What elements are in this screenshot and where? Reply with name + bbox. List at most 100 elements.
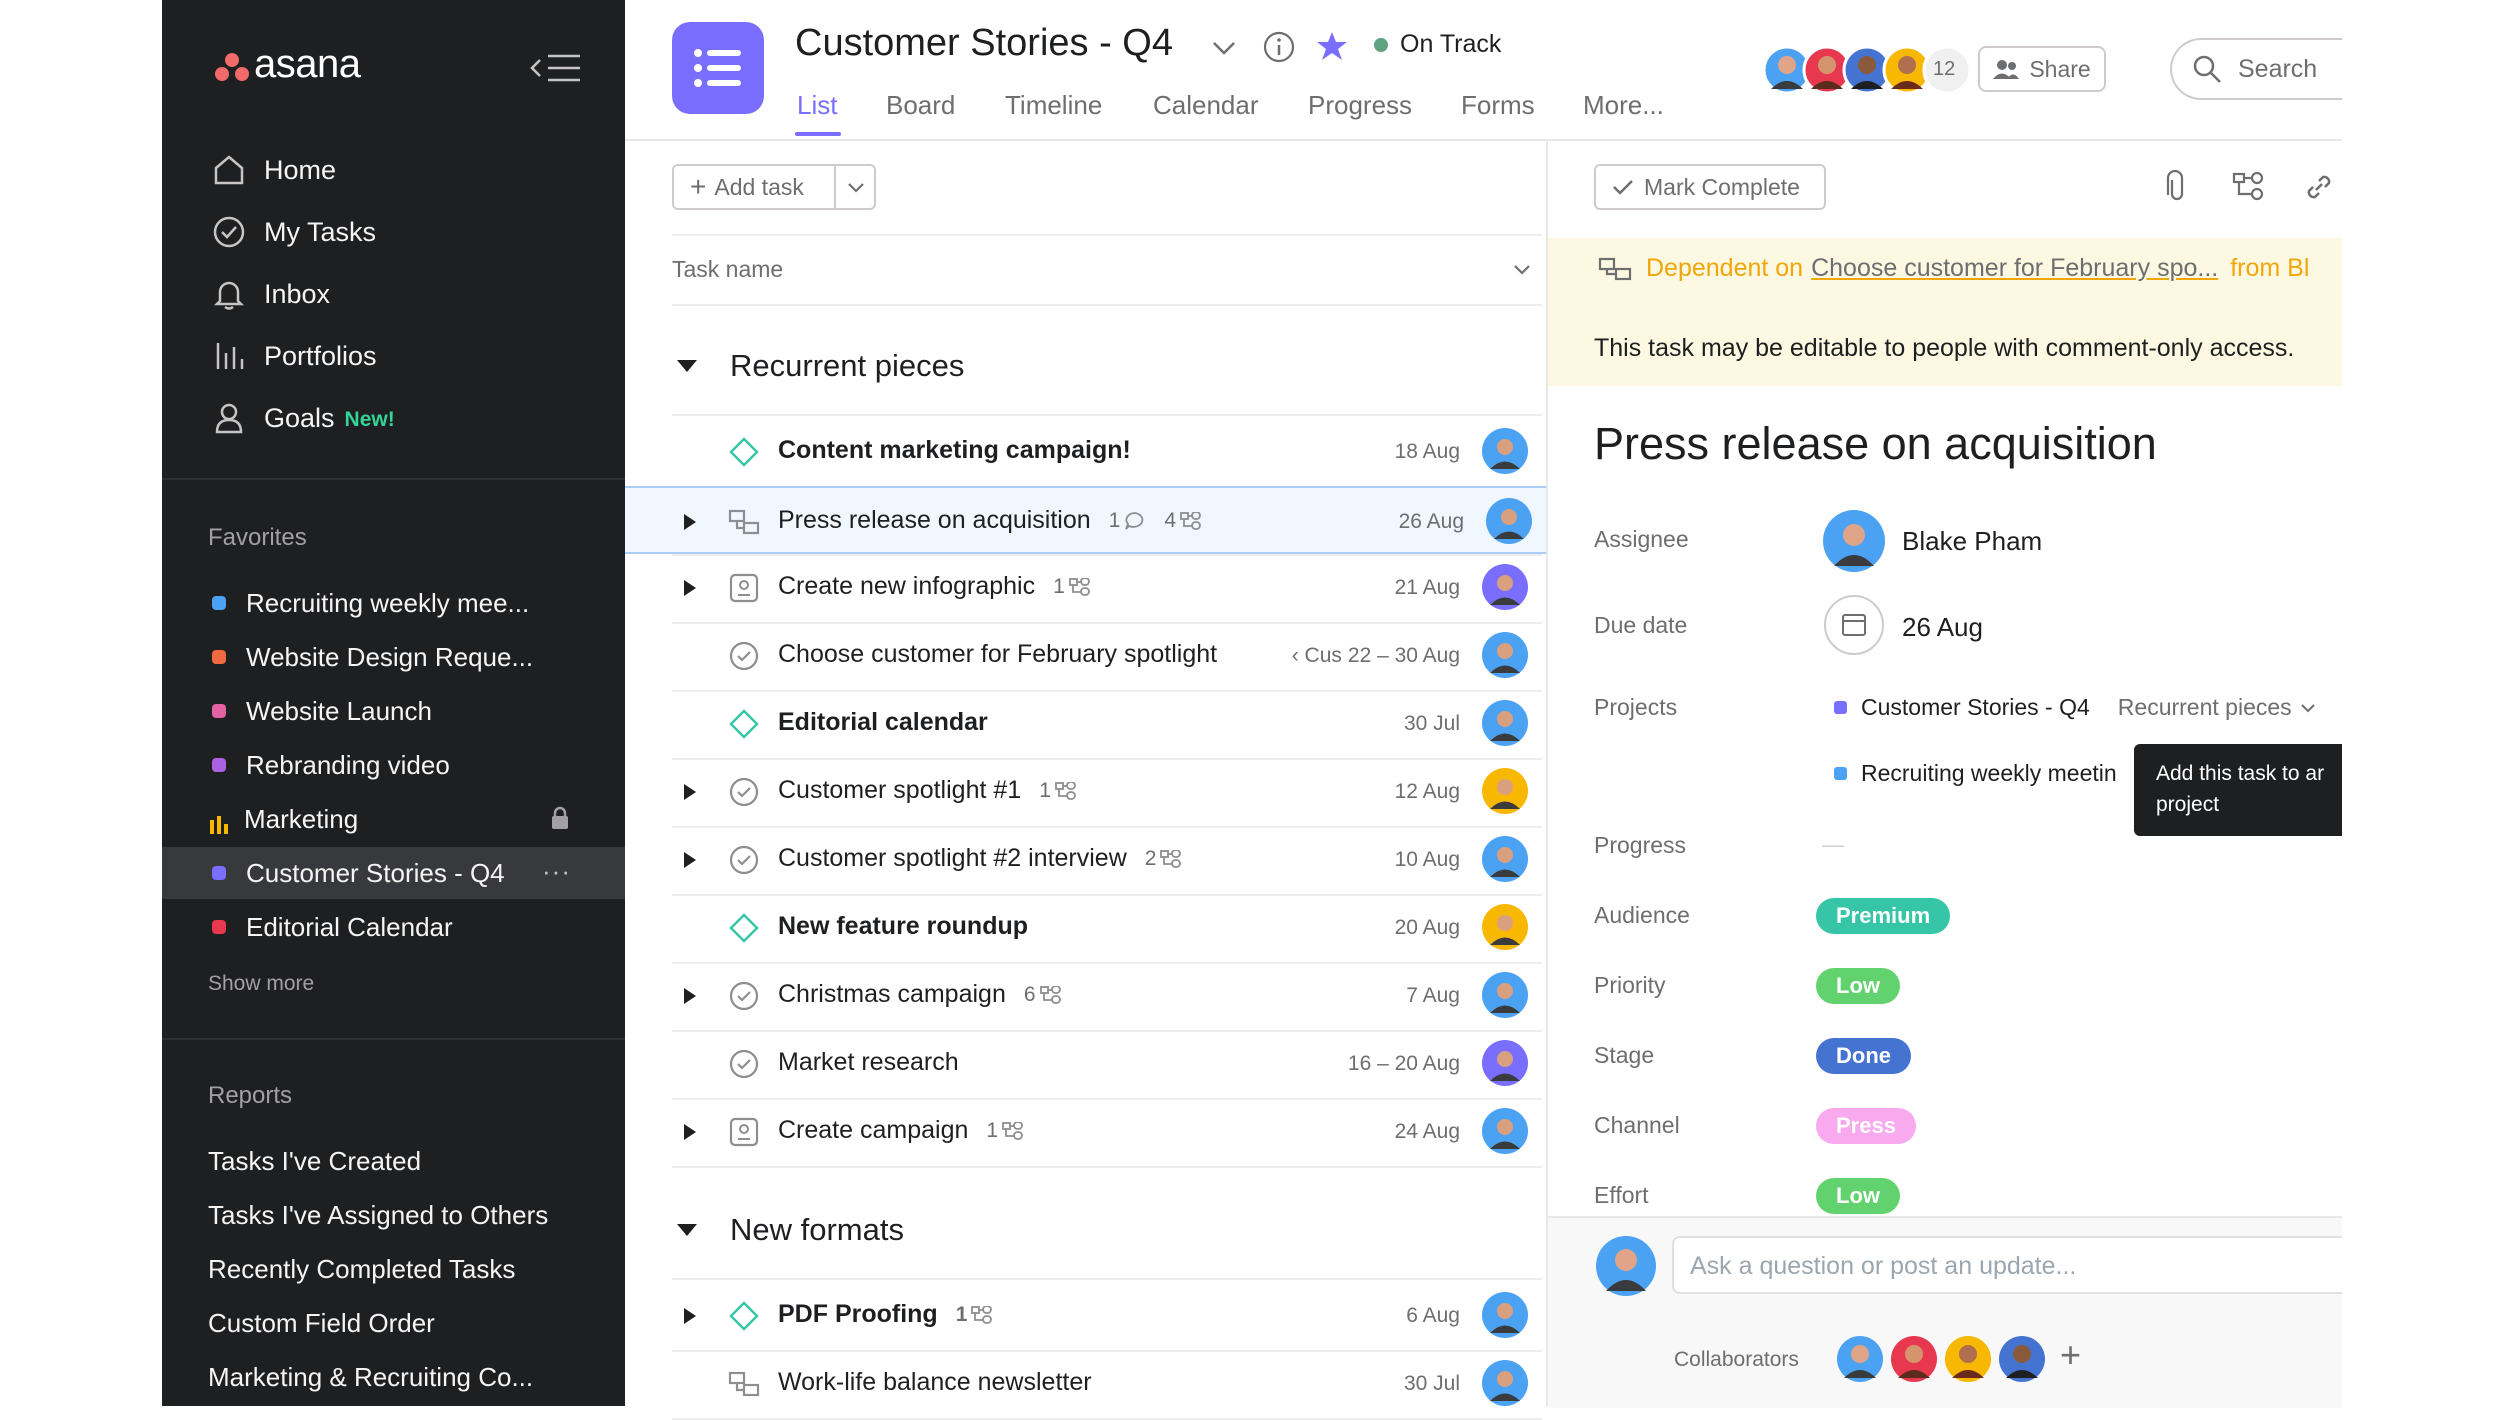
due-date[interactable]: 30 Jul <box>1404 712 1460 736</box>
milestone-icon[interactable] <box>728 436 760 468</box>
project-chip[interactable]: Recruiting weekly meetin <box>1834 760 2134 787</box>
assignee-avatar[interactable] <box>1482 700 1528 746</box>
search-input[interactable]: Search <box>2170 38 2370 100</box>
due-date[interactable]: 26 Aug <box>1399 510 1464 534</box>
task-name-wrap[interactable]: Choose customer for February spotlight <box>778 640 1217 669</box>
assignee-avatar[interactable] <box>1482 564 1528 610</box>
assignee-avatar[interactable] <box>1482 1360 1528 1406</box>
favorite-item[interactable]: Website Design Reque... <box>208 634 533 680</box>
member-avatars[interactable]: 12 <box>1762 45 1973 95</box>
more-options-icon[interactable]: ··· <box>542 856 571 887</box>
custom-field-value-pill[interactable]: Premium <box>1816 898 1951 934</box>
star-icon[interactable] <box>1316 30 1348 62</box>
link-icon[interactable] <box>2302 170 2336 204</box>
task-name-wrap[interactable]: Content marketing campaign! <box>778 436 1131 465</box>
tab-list[interactable]: List <box>797 90 837 121</box>
parent-task-link[interactable]: ‹ Cus <box>1292 644 1342 667</box>
task-title[interactable]: Press release on acquisition <box>1594 418 2157 470</box>
task-row[interactable]: Customer spotlight #1 1 12 Aug <box>672 758 1542 826</box>
add-task-button[interactable]: + Add task <box>672 164 876 210</box>
due-date[interactable]: 20 Aug <box>1395 916 1460 940</box>
approval-icon[interactable] <box>728 572 760 604</box>
subtask-icon[interactable] <box>2232 172 2266 202</box>
due-date[interactable]: 18 Aug <box>1395 440 1460 464</box>
task-name-wrap[interactable]: Create campaign 1 <box>778 1116 1024 1145</box>
nav-home[interactable]: Home <box>210 148 336 192</box>
due-date[interactable]: 30 Jul <box>1404 1372 1460 1396</box>
approval-icon[interactable] <box>728 1116 760 1148</box>
expand-subtasks-icon[interactable] <box>682 782 698 802</box>
due-date[interactable]: 21 Aug <box>1395 576 1460 600</box>
task-name-wrap[interactable]: Christmas campaign 6 <box>778 980 1062 1009</box>
due-date[interactable]: 12 Aug <box>1395 780 1460 804</box>
dependency-icon[interactable] <box>728 1368 760 1400</box>
assignee-avatar[interactable] <box>1482 428 1528 474</box>
milestone-icon[interactable] <box>728 1300 760 1332</box>
nav-inbox[interactable]: Inbox <box>210 272 330 316</box>
asana-logo-icon[interactable] <box>214 52 250 82</box>
add-collaborator-icon[interactable]: + <box>2060 1334 2081 1376</box>
favorite-item[interactable]: Editorial Calendar <box>208 904 453 950</box>
assignee-avatar[interactable] <box>1482 632 1528 678</box>
favorite-item[interactable]: Rebranding video <box>208 742 450 788</box>
assignee-avatar[interactable] <box>1482 1108 1528 1154</box>
chevron-down-icon[interactable] <box>846 180 866 196</box>
tab-progress[interactable]: Progress <box>1308 90 1412 121</box>
tab-more[interactable]: More... <box>1583 90 1664 121</box>
report-link[interactable]: Recently Completed Tasks <box>208 1254 515 1285</box>
report-link[interactable]: Custom Field Order <box>208 1308 435 1339</box>
nav-goals[interactable]: Goals New! <box>210 396 395 440</box>
expand-subtasks-icon[interactable] <box>682 850 698 870</box>
show-more-link[interactable]: Show more <box>208 972 314 996</box>
report-link[interactable]: Tasks I've Created <box>208 1146 421 1177</box>
check-circle-icon[interactable] <box>728 980 760 1012</box>
expand-subtasks-icon[interactable] <box>682 578 698 598</box>
assignee-avatar[interactable] <box>1486 498 1532 544</box>
task-row[interactable]: Work-life balance newsletter 30 Jul <box>672 1350 1542 1418</box>
project-section[interactable]: Recurrent pieces <box>2118 694 2292 721</box>
task-row[interactable]: Christmas campaign 6 7 Aug <box>672 962 1542 1030</box>
project-title[interactable]: Customer Stories - Q4 <box>795 22 1173 65</box>
task-row[interactable]: Create campaign 1 24 Aug <box>672 1098 1542 1166</box>
favorite-item[interactable]: Website Launch <box>208 688 432 734</box>
check-circle-icon[interactable] <box>728 844 760 876</box>
task-name-wrap[interactable]: PDF Proofing 1 <box>778 1300 993 1329</box>
expand-subtasks-icon[interactable] <box>682 1306 698 1326</box>
due-date[interactable]: ‹ Cus 22 – 30 Aug <box>1292 644 1460 668</box>
assignee-avatar[interactable] <box>1482 836 1528 882</box>
task-name-wrap[interactable]: Customer spotlight #2 interview 2 <box>778 844 1182 873</box>
assignee-name[interactable]: Blake Pham <box>1902 526 2042 557</box>
expand-subtasks-icon[interactable] <box>682 986 698 1006</box>
nav-portfolios[interactable]: Portfolios <box>210 334 377 378</box>
due-date[interactable]: 16 – 20 Aug <box>1348 1052 1460 1076</box>
due-date[interactable]: 24 Aug <box>1395 1120 1460 1144</box>
task-row[interactable]: Choose customer for February spotlight ‹ … <box>672 622 1542 690</box>
assignee-avatar[interactable] <box>1823 510 1885 572</box>
calendar-icon[interactable] <box>1823 594 1885 656</box>
collaborator-avatars[interactable] <box>1836 1334 2076 1389</box>
task-row[interactable]: Editorial calendar 30 Jul <box>672 690 1542 758</box>
report-link[interactable]: Marketing & Recruiting Co... <box>208 1362 533 1393</box>
task-name-wrap[interactable]: Market research <box>778 1048 959 1077</box>
task-row[interactable]: Create new infographic 1 21 Aug <box>672 554 1542 622</box>
due-date[interactable]: 6 Aug <box>1406 1304 1460 1328</box>
tab-timeline[interactable]: Timeline <box>1005 90 1102 121</box>
favorite-item-active[interactable]: Customer Stories - Q4 <box>208 850 505 896</box>
check-circle-icon[interactable] <box>728 1048 760 1080</box>
project-list-icon[interactable] <box>672 22 764 114</box>
report-link[interactable]: Tasks I've Assigned to Others <box>208 1200 548 1231</box>
custom-field-value-pill[interactable]: Press <box>1816 1108 1916 1144</box>
due-date[interactable]: 7 Aug <box>1406 984 1460 1008</box>
dependency-icon[interactable] <box>728 506 760 538</box>
section-collapse-triangle-icon[interactable] <box>676 358 698 374</box>
check-circle-icon[interactable] <box>728 776 760 808</box>
milestone-icon[interactable] <box>728 912 760 944</box>
share-button[interactable]: Share <box>1978 46 2106 92</box>
project-chip[interactable]: Customer Stories - Q4 Recurrent pieces <box>1834 694 2316 721</box>
milestone-icon[interactable] <box>728 708 760 740</box>
collapse-sidebar-icon[interactable] <box>530 52 582 84</box>
tab-calendar[interactable]: Calendar <box>1153 90 1259 121</box>
task-name-wrap[interactable]: Customer spotlight #1 1 <box>778 776 1077 805</box>
task-name-wrap[interactable]: Editorial calendar <box>778 708 988 737</box>
task-name-wrap[interactable]: New feature roundup <box>778 912 1028 941</box>
